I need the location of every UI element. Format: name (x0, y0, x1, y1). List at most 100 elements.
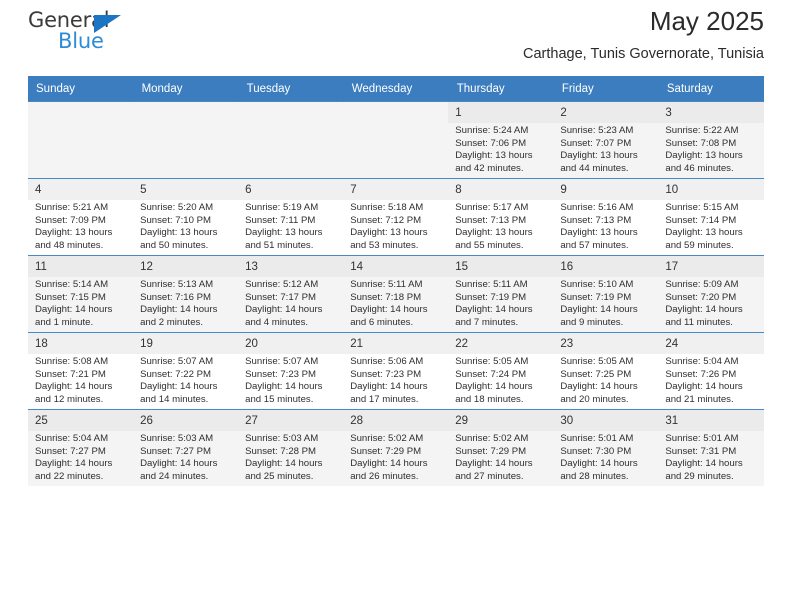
sunrise-text: Sunrise: 5:07 AM (245, 356, 319, 367)
sunrise-text: Sunrise: 5:24 AM (455, 125, 529, 136)
day-number: 18 (28, 333, 134, 354)
calendar-day-cell[interactable]: 19 Sunrise: 5:07 AM Sunset: 7:22 PM Dayligh… (133, 332, 239, 410)
sunset-text: Sunset: 7:30 PM (560, 445, 632, 457)
day-sun-info: Sunrise: 5:06 AM Sunset: 7:23 PM Daylight:… (343, 354, 448, 406)
sunrise-text: Sunrise: 5:06 AM (350, 356, 424, 367)
day-cell-content: 16 Sunrise: 5:10 AM Sunset: 7:19 PM Dayligh… (553, 256, 659, 332)
calendar-week-row: 4 Sunrise: 5:21 AM Sunset: 7:09 PM Daylight… (28, 178, 764, 256)
day-number: 29 (448, 410, 554, 431)
calendar-day-cell[interactable]: 31 Sunrise: 5:01 AM Sunset: 7:31 PM Dayligh… (658, 409, 764, 486)
day-cell-content: 31 Sunrise: 5:01 AM Sunset: 7:31 PM Dayligh… (658, 410, 764, 486)
calendar-day-cell[interactable]: 23 Sunrise: 5:05 AM Sunset: 7:25 PM Dayligh… (553, 332, 659, 410)
calendar-day-cell[interactable]: 14 Sunrise: 5:11 AM Sunset: 7:18 PM Dayligh… (343, 255, 449, 333)
page-subtitle: Carthage, Tunis Governorate, Tunisia (523, 46, 764, 62)
calendar-day-cell[interactable]: 11 Sunrise: 5:14 AM Sunset: 7:15 PM Dayligh… (28, 255, 134, 333)
calendar-day-cell[interactable]: 10 Sunrise: 5:15 AM Sunset: 7:14 PM Dayligh… (658, 178, 764, 256)
calendar-day-cell[interactable]: 21 Sunrise: 5:06 AM Sunset: 7:23 PM Dayligh… (343, 332, 449, 410)
sunset-text: Sunset: 7:06 PM (455, 137, 527, 149)
calendar-day-cell[interactable]: 18 Sunrise: 5:08 AM Sunset: 7:21 PM Dayligh… (28, 332, 134, 410)
day-sun-info: Sunrise: 5:05 AM Sunset: 7:24 PM Daylight:… (448, 354, 553, 406)
sunrise-text: Sunrise: 5:04 AM (35, 433, 109, 444)
sunrise-text: Sunrise: 5:05 AM (560, 356, 634, 367)
sunset-text: Sunset: 7:11 PM (245, 214, 316, 226)
calendar-day-cell[interactable]: 3 Sunrise: 5:22 AM Sunset: 7:08 PM Daylight… (658, 101, 764, 179)
daylight-text: Daylight: 14 hours and 18 minutes. (455, 381, 533, 405)
sunrise-text: Sunrise: 5:08 AM (35, 356, 109, 367)
day-number: 28 (343, 410, 449, 431)
daylight-text: Daylight: 14 hours and 14 minutes. (140, 381, 218, 405)
calendar-day-cell[interactable]: 22 Sunrise: 5:05 AM Sunset: 7:24 PM Dayligh… (448, 332, 554, 410)
calendar-day-cell[interactable]: 9 Sunrise: 5:16 AM Sunset: 7:13 PM Daylight… (553, 178, 659, 256)
day-cell-content: 2 Sunrise: 5:23 AM Sunset: 7:07 PM Daylight… (553, 102, 659, 178)
calendar-day-cell[interactable]: 6 Sunrise: 5:19 AM Sunset: 7:11 PM Daylight… (238, 178, 344, 256)
calendar-day-cell[interactable]: 27 Sunrise: 5:03 AM Sunset: 7:28 PM Dayligh… (238, 409, 344, 486)
sunrise-text: Sunrise: 5:13 AM (140, 279, 214, 290)
day-cell-content: 28 Sunrise: 5:02 AM Sunset: 7:29 PM Dayligh… (343, 410, 449, 486)
sunset-text: Sunset: 7:23 PM (350, 368, 422, 380)
day-number: 12 (133, 256, 239, 277)
day-number (28, 102, 133, 123)
calendar-day-cell[interactable]: 12 Sunrise: 5:13 AM Sunset: 7:16 PM Dayligh… (133, 255, 239, 333)
sunrise-text: Sunrise: 5:12 AM (245, 279, 319, 290)
day-sun-info: Sunrise: 5:11 AM Sunset: 7:18 PM Daylight:… (343, 277, 448, 329)
day-cell-content: 29 Sunrise: 5:02 AM Sunset: 7:29 PM Dayligh… (448, 410, 554, 486)
day-cell-content: 19 Sunrise: 5:07 AM Sunset: 7:22 PM Dayligh… (133, 333, 239, 409)
daylight-text: Daylight: 14 hours and 21 minutes. (665, 381, 743, 405)
daylight-text: Daylight: 14 hours and 6 minutes. (350, 304, 428, 328)
daylight-text: Daylight: 14 hours and 7 minutes. (455, 304, 533, 328)
day-cell-content: 3 Sunrise: 5:22 AM Sunset: 7:08 PM Daylight… (658, 102, 764, 178)
daylight-text: Daylight: 14 hours and 2 minutes. (140, 304, 218, 328)
sunrise-text: Sunrise: 5:14 AM (35, 279, 109, 290)
calendar-day-cell[interactable]: 24 Sunrise: 5:04 AM Sunset: 7:26 PM Dayligh… (658, 332, 764, 410)
calendar-day-cell[interactable]: 1 Sunrise: 5:24 AM Sunset: 7:06 PM Daylight… (448, 101, 554, 179)
sunset-text: Sunset: 7:27 PM (35, 445, 106, 457)
sunset-text: Sunset: 7:23 PM (245, 368, 317, 380)
sunset-text: Sunset: 7:07 PM (560, 137, 632, 149)
brand-logo[interactable]: General Blue (28, 8, 158, 56)
day-cell-content: 15 Sunrise: 5:11 AM Sunset: 7:19 PM Dayligh… (448, 256, 554, 332)
calendar-day-cell[interactable]: 25 Sunrise: 5:04 AM Sunset: 7:27 PM Dayligh… (28, 409, 134, 486)
sunrise-text: Sunrise: 5:10 AM (560, 279, 634, 290)
day-sun-info: Sunrise: 5:20 AM Sunset: 7:10 PM Daylight:… (133, 200, 238, 252)
day-sun-info: Sunrise: 5:04 AM Sunset: 7:27 PM Daylight:… (28, 431, 133, 483)
daylight-text: Daylight: 13 hours and 55 minutes. (455, 227, 533, 251)
calendar-day-cell[interactable]: 30 Sunrise: 5:01 AM Sunset: 7:30 PM Dayligh… (553, 409, 659, 486)
calendar-day-cell[interactable]: 4 Sunrise: 5:21 AM Sunset: 7:09 PM Daylight… (28, 178, 134, 256)
daylight-text: Daylight: 14 hours and 11 minutes. (665, 304, 743, 328)
calendar-day-cell[interactable]: 16 Sunrise: 5:10 AM Sunset: 7:19 PM Dayligh… (553, 255, 659, 333)
calendar-day-cell[interactable]: 20 Sunrise: 5:07 AM Sunset: 7:23 PM Dayligh… (238, 332, 344, 410)
day-cell-content: 6 Sunrise: 5:19 AM Sunset: 7:11 PM Daylight… (238, 179, 344, 255)
day-cell-content: 17 Sunrise: 5:09 AM Sunset: 7:20 PM Dayligh… (658, 256, 764, 332)
day-number: 3 (658, 102, 764, 123)
calendar-day-cell[interactable]: 15 Sunrise: 5:11 AM Sunset: 7:19 PM Dayligh… (448, 255, 554, 333)
day-cell-content: 24 Sunrise: 5:04 AM Sunset: 7:26 PM Dayligh… (658, 333, 764, 409)
calendar-day-cell[interactable]: 5 Sunrise: 5:20 AM Sunset: 7:10 PM Daylight… (133, 178, 239, 256)
daylight-text: Daylight: 14 hours and 27 minutes. (455, 458, 533, 482)
daylight-text: Daylight: 14 hours and 22 minutes. (35, 458, 113, 482)
calendar-day-cell[interactable]: 29 Sunrise: 5:02 AM Sunset: 7:29 PM Dayligh… (448, 409, 554, 486)
day-sun-info: Sunrise: 5:03 AM Sunset: 7:27 PM Daylight:… (133, 431, 238, 483)
daylight-text: Daylight: 13 hours and 48 minutes. (35, 227, 113, 251)
daylight-text: Daylight: 14 hours and 1 minute. (35, 304, 113, 328)
daylight-text: Daylight: 14 hours and 28 minutes. (560, 458, 638, 482)
day-sun-info: Sunrise: 5:18 AM Sunset: 7:12 PM Daylight:… (343, 200, 448, 252)
day-sun-info: Sunrise: 5:02 AM Sunset: 7:29 PM Daylight:… (448, 431, 553, 483)
sunset-text: Sunset: 7:13 PM (560, 214, 632, 226)
day-cell-content: 11 Sunrise: 5:14 AM Sunset: 7:15 PM Dayligh… (28, 256, 134, 332)
calendar-day-cell[interactable]: 28 Sunrise: 5:02 AM Sunset: 7:29 PM Dayligh… (343, 409, 449, 486)
sunrise-text: Sunrise: 5:01 AM (560, 433, 634, 444)
day-sun-info: Sunrise: 5:16 AM Sunset: 7:13 PM Daylight:… (553, 200, 658, 252)
day-cell-content: 1 Sunrise: 5:24 AM Sunset: 7:06 PM Daylight… (448, 102, 554, 178)
day-sun-info: Sunrise: 5:14 AM Sunset: 7:15 PM Daylight:… (28, 277, 133, 329)
calendar-day-cell[interactable]: 2 Sunrise: 5:23 AM Sunset: 7:07 PM Daylight… (553, 101, 659, 179)
calendar-day-cell[interactable]: 7 Sunrise: 5:18 AM Sunset: 7:12 PM Daylight… (343, 178, 449, 256)
day-cell-content: 23 Sunrise: 5:05 AM Sunset: 7:25 PM Dayligh… (553, 333, 659, 409)
sunrise-text: Sunrise: 5:22 AM (665, 125, 739, 136)
calendar-day-cell[interactable]: 13 Sunrise: 5:12 AM Sunset: 7:17 PM Dayligh… (238, 255, 344, 333)
calendar-day-cell[interactable]: 17 Sunrise: 5:09 AM Sunset: 7:20 PM Dayligh… (658, 255, 764, 333)
page-title: May 2025 (649, 6, 764, 36)
daylight-text: Daylight: 14 hours and 4 minutes. (245, 304, 323, 328)
calendar-day-cell[interactable]: 8 Sunrise: 5:17 AM Sunset: 7:13 PM Daylight… (448, 178, 554, 256)
calendar-day-cell[interactable]: 26 Sunrise: 5:03 AM Sunset: 7:27 PM Dayligh… (133, 409, 239, 486)
day-number: 22 (448, 333, 554, 354)
